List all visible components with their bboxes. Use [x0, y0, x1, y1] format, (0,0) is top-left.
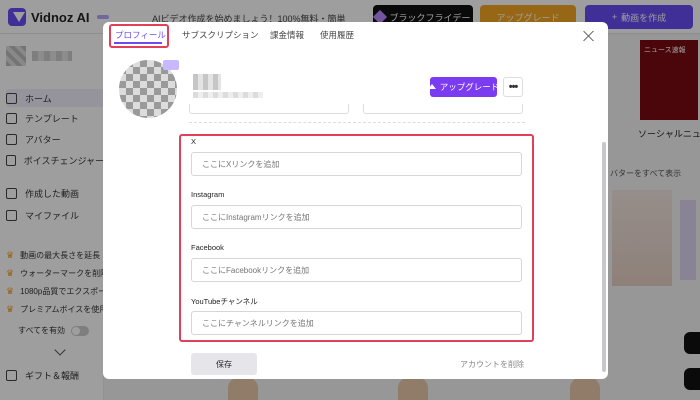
tab-usage-history[interactable]: 使用履歴	[320, 29, 354, 41]
arrow-up-icon	[427, 83, 436, 89]
youtube-link-input[interactable]	[191, 311, 522, 335]
modal-tabs: プロフィール サブスクリプション 課金情報 使用履歴	[103, 22, 608, 52]
facebook-field-label: Facebook	[191, 243, 224, 252]
x-link-input[interactable]	[191, 152, 522, 176]
upgrade-button[interactable]: アップグレード	[427, 77, 500, 97]
user-name-blurred	[193, 74, 221, 90]
upgrade-label: アップグレード	[439, 82, 500, 92]
youtube-field-label: YouTubeチャンネル	[191, 297, 258, 306]
account-settings-modal: プロフィール サブスクリプション 課金情報 使用履歴 アップグレード ••• X…	[103, 22, 608, 379]
close-icon[interactable]	[583, 30, 595, 42]
more-options-button[interactable]: •••	[503, 77, 523, 97]
previous-field[interactable]	[189, 104, 349, 114]
tab-billing[interactable]: 課金情報	[270, 29, 304, 41]
previous-field[interactable]	[363, 104, 523, 114]
x-field-label: X	[191, 137, 197, 146]
divider	[189, 122, 525, 123]
save-button[interactable]: 保存	[191, 353, 257, 375]
tab-subscription[interactable]: サブスクリプション	[182, 29, 259, 41]
facebook-link-input[interactable]	[191, 258, 522, 282]
scrollbar[interactable]	[602, 142, 606, 372]
highlight-box	[109, 24, 169, 48]
user-email-blurred	[193, 92, 263, 98]
avatar-badge	[163, 60, 179, 70]
instagram-link-input[interactable]	[191, 205, 522, 229]
delete-account-link[interactable]: アカウントを削除	[460, 359, 524, 370]
instagram-field-label: Instagram	[191, 190, 225, 199]
